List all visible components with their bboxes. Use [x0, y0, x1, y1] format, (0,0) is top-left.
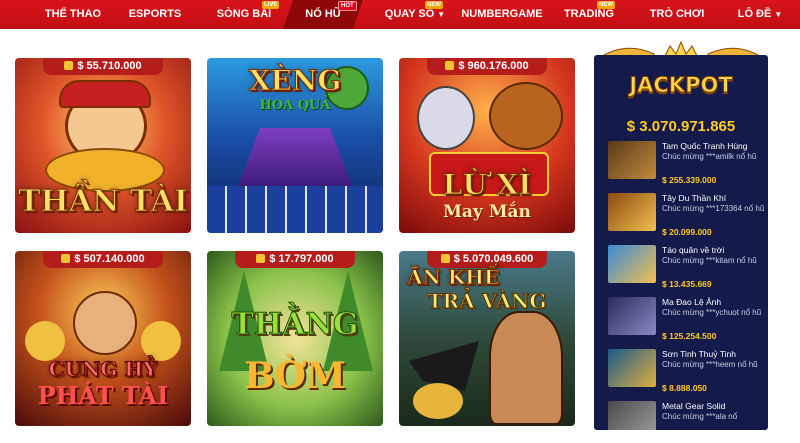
character-image — [73, 291, 137, 355]
nav-item-the-thao[interactable]: THỂ THAO — [38, 0, 108, 29]
coin-icon — [440, 254, 450, 263]
new-badge: NEW — [597, 1, 615, 9]
game-card-thang-bom[interactable]: $ 17.797.000 THẰNG BỜM — [207, 251, 383, 426]
chevron-down-icon: ▼ — [774, 10, 783, 19]
hat-image — [59, 80, 151, 108]
mouse-character-image — [417, 86, 475, 150]
gold-fruit-image — [413, 383, 463, 419]
slot-board-image — [237, 128, 353, 188]
nav-label: TRÒ CHƠI — [649, 8, 705, 20]
nav-label: ESPORTS — [128, 8, 182, 20]
winner-amount: $ 13.435.669 — [662, 279, 712, 289]
game-card-xeng-hoa-qua[interactable]: XÈNG HOA QUẢ — [207, 58, 383, 233]
winner-game-title: Tam Quốc Tranh Hùng — [662, 141, 748, 151]
new-badge: NEW — [425, 1, 443, 9]
jackpot-heading: JACKPOT — [629, 73, 733, 98]
nav-label: QUAY SỐ — [384, 8, 435, 20]
prize-tab: $ 17.797.000 — [235, 251, 355, 268]
winner-message: Chúc mừng ***heem nổ hũ — [662, 360, 758, 369]
winner-game-title: Ma Đao Lệ Ảnh — [662, 297, 722, 307]
game-card-an-khe-tra-vang[interactable]: $ 5.070.049.600 ĂN KHẾ TRẢ VÀNG — [399, 251, 575, 426]
prize-tab: $ 507.140.000 — [43, 251, 163, 268]
winner-game-title: Sơn Tinh Thuỷ Tinh — [662, 349, 736, 359]
winner-message: Chúc mừng ***ala nổ — [662, 412, 738, 421]
game-title: CUNG HỶ — [48, 357, 158, 382]
winner-amount: $ 8.888.050 — [662, 383, 707, 393]
prize-amount: $ 55.710.000 — [77, 60, 142, 72]
jackpot-panel: JACKPOT $ 3.070.971.865 Tam Quốc Tranh H… — [594, 55, 768, 430]
winner-amount: $ 20.099.000 — [662, 227, 712, 237]
winner-item[interactable]: Sơn Tinh Thuỷ Tinh Chúc mừng ***heem nổ … — [608, 349, 768, 399]
coin-icon — [445, 61, 455, 70]
game-title: LỪ XÌ — [442, 168, 532, 202]
prize-tab: $ 55.710.000 — [43, 58, 163, 75]
game-title: XÈNG — [248, 64, 342, 98]
winner-amount: $ 255.339.000 — [662, 175, 717, 185]
game-thumbnail — [608, 401, 656, 430]
game-thumbnail — [608, 245, 656, 283]
bet-strip-image — [207, 186, 383, 233]
prize-tab: $ 960.176.000 — [427, 58, 547, 75]
game-thumbnail — [608, 141, 656, 179]
game-title: ĂN KHẾ — [407, 265, 500, 290]
nav-item-lo-de[interactable]: LÔ ĐỀ ▼ — [730, 0, 790, 29]
game-subtitle: May Mắn — [443, 202, 531, 222]
game-title: THẰNG — [231, 307, 359, 343]
nav-label: LÔ ĐỀ — [737, 8, 772, 20]
game-subtitle: HOA QUẢ — [259, 98, 331, 113]
hot-badge: HOT — [338, 1, 357, 11]
winner-item[interactable]: Metal Gear Solid Chúc mừng ***ala nổ — [608, 401, 768, 430]
winner-game-title: Metal Gear Solid — [662, 401, 726, 411]
nav-label: SÒNG BÀI — [216, 8, 272, 20]
coin-icon — [61, 254, 71, 263]
gold-coins-image — [141, 321, 181, 361]
game-subtitle: BỜM — [244, 355, 346, 397]
prize-amount: $ 17.797.000 — [269, 253, 334, 265]
main-nav: THỂ THAO ESPORTS SÒNG BÀI LIVE NỔ HŨ HOT… — [0, 0, 800, 29]
prize-amount: $ 507.140.000 — [74, 253, 145, 265]
winner-game-title: Tây Du Thần Khí — [662, 193, 727, 203]
game-card-cung-hy-phat-tai[interactable]: $ 507.140.000 CUNG HỶ PHÁT TÀI — [15, 251, 191, 426]
winner-message: Chúc mừng ***173364 nổ hũ — [662, 204, 765, 213]
winner-message: Chúc mừng ***kitam nổ hũ — [662, 256, 757, 265]
game-title: THẦN TÀI — [18, 184, 189, 220]
nav-label: THỂ THAO — [44, 8, 102, 20]
winner-message: Chúc mừng ***amilk nổ hũ — [662, 152, 757, 161]
nav-item-tro-choi[interactable]: TRÒ CHƠI — [640, 0, 714, 29]
game-subtitle: TRẢ VÀNG — [427, 289, 547, 314]
nav-item-esports[interactable]: ESPORTS — [124, 0, 186, 29]
prize-amount: $ 960.176.000 — [458, 60, 529, 72]
winner-item[interactable]: Táo quân về trời Chúc mừng ***kitam nổ h… — [608, 245, 768, 295]
coin-icon — [64, 61, 74, 70]
nav-item-numbergame[interactable]: NUMBERGAME — [460, 0, 544, 29]
game-thumbnail — [608, 193, 656, 231]
nav-label: TRADING — [563, 8, 615, 20]
jackpot-amount: $ 3.070.971.865 — [626, 118, 736, 135]
game-thumbnail — [608, 349, 656, 387]
chevron-down-icon: ▼ — [437, 10, 446, 19]
winner-item[interactable]: Tây Du Thần Khí Chúc mừng ***173364 nổ h… — [608, 193, 768, 243]
winner-item[interactable]: Tam Quốc Tranh Hùng Chúc mừng ***amilk n… — [608, 141, 768, 191]
winner-message: Chúc mừng ***ychuot nổ hũ — [662, 308, 762, 317]
coin-icon — [256, 254, 266, 263]
gold-coins-image — [25, 321, 65, 361]
live-badge: LIVE — [262, 1, 280, 9]
winner-amount: $ 125.254.500 — [662, 331, 717, 341]
ox-character-image — [489, 82, 563, 150]
winner-game-title: Táo quân về trời — [662, 245, 725, 255]
nav-label: NỔ HŨ — [305, 8, 341, 20]
character-image — [489, 311, 563, 425]
winner-item[interactable]: Ma Đao Lệ Ảnh Chúc mừng ***ychuot nổ hũ … — [608, 297, 768, 347]
prize-amount: $ 5.070.049.600 — [453, 253, 534, 265]
game-thumbnail — [608, 297, 656, 335]
game-card-than-tai[interactable]: $ 55.710.000 THẦN TÀI — [15, 58, 191, 233]
game-card-li-xi-may-man[interactable]: $ 960.176.000 LỪ XÌ May Mắn — [399, 58, 575, 233]
game-subtitle: PHÁT TÀI — [37, 381, 169, 410]
nav-label: NUMBERGAME — [461, 8, 543, 20]
